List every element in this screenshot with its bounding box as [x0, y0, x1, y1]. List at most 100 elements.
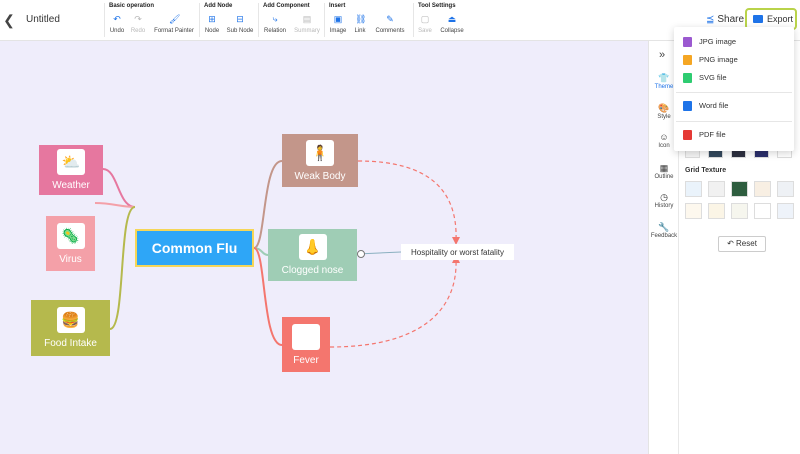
export-jpg-item[interactable]: JPG image: [674, 34, 794, 50]
image-button[interactable]: ▣ Image: [329, 14, 347, 38]
grid-texture-swatch[interactable]: [708, 203, 725, 219]
comments-icon: ✎: [386, 14, 394, 24]
share-button[interactable]: ⪳ Share: [706, 14, 744, 25]
reset-icon: ↶: [727, 239, 734, 248]
redo-label: Redo: [130, 28, 146, 34]
reset-button[interactable]: ↶ Reset: [718, 236, 766, 252]
node-food-intake[interactable]: 🍔 Food Intake: [31, 300, 110, 356]
link-button[interactable]: ⛓ Link: [353, 14, 367, 38]
save-label: Save: [418, 28, 432, 34]
summary-button[interactable]: ▤ Summary: [292, 14, 322, 38]
export-pdf-item[interactable]: PDF file: [674, 127, 794, 143]
grid-texture-swatch[interactable]: [754, 181, 771, 197]
node-weak-body[interactable]: 🧍 Weak Body: [282, 134, 358, 187]
menu-divider: [676, 121, 792, 122]
export-label: Export: [767, 14, 794, 24]
grid-texture-swatch[interactable]: [731, 181, 748, 197]
relation-handle[interactable]: [357, 250, 365, 258]
relation-curve-top[interactable]: [357, 160, 457, 242]
toolbar-group-tool-settings: Tool Settings ▢ Save ⏏ Collapse: [418, 3, 473, 39]
relation-label[interactable]: Hospitality or worst fatality: [401, 244, 514, 260]
menu-divider: [676, 92, 792, 93]
grid-texture-swatch[interactable]: [731, 203, 748, 219]
grid-texture-swatch[interactable]: [754, 203, 771, 219]
weather-icon: ⛅: [57, 149, 85, 175]
document-title[interactable]: Untitled: [26, 14, 60, 25]
group-title: Add Component: [263, 3, 310, 9]
nose-icon: 👃: [298, 234, 327, 260]
collapse-label: Collapse: [440, 28, 464, 34]
tab-label: History: [654, 203, 674, 209]
food-icon: 🍔: [56, 307, 85, 333]
collapse-icon: ⏏: [447, 14, 457, 24]
tab-label: Style: [657, 114, 671, 120]
summary-icon: ▤: [302, 14, 312, 24]
sub-node-label: Sub Node: [226, 28, 254, 34]
node-clogged-nose[interactable]: 👃 Clogged nose: [268, 229, 357, 281]
grid-texture-swatch[interactable]: [685, 203, 702, 219]
mindmap-canvas[interactable]: ⛅ Weather 🦠 Virus 🍔 Food Intake Common F…: [0, 41, 648, 454]
pdf-file-icon: [683, 130, 692, 140]
group-title: Tool Settings: [418, 3, 456, 9]
undo-button[interactable]: ↶ Undo: [109, 14, 125, 38]
relation-label: Relation: [263, 28, 286, 34]
tab-outline[interactable]: ▦ Outline: [649, 163, 679, 180]
node-label: Virus: [59, 253, 82, 265]
comments-button[interactable]: ✎ Comments: [374, 14, 406, 38]
node-label: Food Intake: [44, 338, 97, 349]
group-title: Add Node: [204, 3, 233, 9]
node-virus[interactable]: 🦠 Virus: [46, 216, 95, 271]
toolbar-divider: [324, 3, 325, 37]
thermometer-icon: 🌡: [292, 323, 320, 350]
share-label: Share: [717, 14, 745, 25]
undo-label: Undo: [109, 28, 125, 34]
image-icon: ▣: [333, 14, 343, 24]
export-word-item[interactable]: Word file: [674, 98, 794, 114]
history-icon: ◷: [660, 192, 668, 202]
tab-label: Icon: [658, 143, 670, 149]
grid-texture-label: Grid Texture: [685, 167, 727, 174]
relation-icon: ⤷: [272, 14, 278, 24]
tab-feedback[interactable]: 🔧 Feedback: [649, 222, 679, 239]
node-weather[interactable]: ⛅ Weather: [39, 145, 103, 195]
node-label: Weak Body: [294, 170, 346, 182]
sub-node-icon: ⊟: [236, 14, 244, 24]
format-painter-label: Format Painter: [154, 28, 194, 34]
root-node[interactable]: Common Flu: [135, 229, 254, 267]
feedback-icon: 🔧: [658, 222, 670, 232]
outline-icon: ▦: [659, 163, 669, 173]
toolbar-group-basic-operation: Basic operation ↶ Undo ↷ Redo 🖌 Format P…: [109, 3, 199, 39]
word-file-icon: [683, 101, 692, 111]
grid-texture-swatch[interactable]: [708, 181, 725, 197]
toolbar-group-insert: Insert ▣ Image ⛓ Link ✎ Comments: [329, 3, 411, 39]
node-fever[interactable]: 🌡 Fever: [282, 317, 330, 372]
back-arrow-icon[interactable]: ❮: [2, 11, 16, 29]
grid-texture-swatch[interactable]: [777, 203, 794, 219]
export-dropdown: JPG image PNG image SVG file Word file P…: [674, 27, 794, 151]
toolbar-divider: [413, 3, 414, 37]
tab-history[interactable]: ◷ History: [649, 192, 679, 209]
menu-item-label: SVG file: [699, 73, 727, 82]
tab-label: Feedback: [650, 233, 678, 239]
export-svg-item[interactable]: SVG file: [674, 70, 794, 86]
connector-food-intake: [109, 206, 136, 330]
format-painter-button[interactable]: 🖌 Format Painter: [152, 14, 196, 38]
node-button[interactable]: ⊞ Node: [204, 14, 220, 38]
tab-label: Theme: [654, 84, 674, 90]
toolbar-group-add-component: Add Component ⤷ Relation ▤ Summary: [263, 3, 323, 39]
node-label: Clogged nose: [281, 265, 344, 276]
grid-texture-swatch[interactable]: [777, 181, 794, 197]
save-button[interactable]: ▢ Save: [418, 14, 432, 38]
node-label: Fever: [293, 354, 319, 366]
undo-icon: ↶: [113, 14, 121, 24]
group-title: Basic operation: [109, 3, 155, 9]
menu-item-label: Word file: [699, 101, 729, 110]
sub-node-button[interactable]: ⊟ Sub Node: [225, 14, 255, 38]
relation-button[interactable]: ⤷ Relation: [263, 14, 287, 38]
grid-texture-swatch[interactable]: [685, 181, 702, 197]
png-file-icon: [683, 55, 692, 65]
collapse-panel-icon[interactable]: »: [659, 49, 665, 61]
collapse-button[interactable]: ⏏ Collapse: [439, 14, 465, 38]
export-png-item[interactable]: PNG image: [674, 52, 794, 68]
redo-button[interactable]: ↷ Redo: [129, 14, 147, 38]
